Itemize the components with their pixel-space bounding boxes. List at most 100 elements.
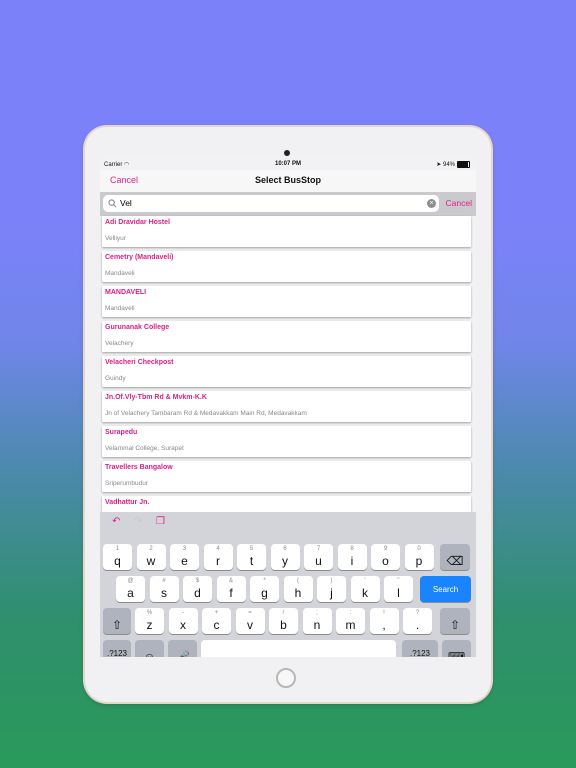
key-,[interactable]: !, <box>369 608 399 634</box>
list-item[interactable]: Cemetry (Mandaveli) Mandaveli <box>102 251 471 282</box>
key-m[interactable]: :m <box>336 608 365 634</box>
key-label: u <box>315 554 322 568</box>
emoji-key[interactable]: ☺ <box>135 640 164 657</box>
key-label: w <box>146 554 156 568</box>
search-box[interactable]: × <box>103 195 439 212</box>
key-alt-label: 4 <box>216 546 220 552</box>
camera <box>284 150 290 156</box>
dismiss-keyboard-key[interactable]: ⌨ <box>442 640 471 657</box>
search-bar: × Cancel <box>100 192 476 216</box>
key-label: q <box>114 554 121 568</box>
key-label: .?123 <box>409 649 431 657</box>
key-label: g <box>261 586 268 600</box>
key-k[interactable]: ' k <box>350 576 380 602</box>
nav-bar: Cancel Select BusStop <box>100 170 476 192</box>
stop-name: Velacheri Checkpost <box>105 359 174 366</box>
key-alt-label: 8 <box>350 546 354 552</box>
key-alt-label: 2 <box>149 546 153 552</box>
key-label: . <box>415 618 420 632</box>
stop-name: MANDAVELI <box>105 289 147 296</box>
key-b[interactable]: / b <box>269 608 298 634</box>
key-f[interactable]: & f <box>216 576 246 602</box>
key-label: .?123 <box>106 649 128 657</box>
key-e[interactable]: 3e <box>170 544 199 570</box>
list-item[interactable]: Gurunanak College Velachery <box>102 321 471 352</box>
stop-area: Velammal College, Surapet <box>105 445 184 452</box>
key-alt-label: 0 <box>417 546 421 552</box>
key-w[interactable]: 2w <box>136 544 166 570</box>
key-alt-label: : <box>349 610 352 616</box>
key-d[interactable]: $ d <box>183 576 212 602</box>
space-key[interactable] <box>201 640 396 657</box>
list-item[interactable]: Travellers Bangalow Sriperumbudur <box>102 461 471 492</box>
search-input[interactable] <box>120 196 420 210</box>
numbers-key-left[interactable]: .?123 <box>103 640 131 657</box>
list-item[interactable]: Adi Dravidar Hostel Velliyur <box>102 216 471 247</box>
key-label: s <box>161 586 167 600</box>
key-y[interactable]: 6y <box>270 544 300 570</box>
list-item[interactable]: Surapedu Velammal College, Surapet <box>102 426 471 457</box>
key-label: 🎤 <box>175 650 190 657</box>
search-key[interactable]: Search <box>420 576 471 602</box>
ipad-frame: Carrier ◠ 10:07 PM ➤ 94% Cancel Select B… <box>85 127 491 702</box>
key-r[interactable]: 4r <box>203 544 233 570</box>
backspace-key[interactable]: ⌫ <box>440 544 470 570</box>
screen: Carrier ◠ 10:07 PM ➤ 94% Cancel Select B… <box>100 157 476 657</box>
key-label: c <box>213 618 220 632</box>
stop-area: Jn of Velachery Tambaram Rd & Medavakkam… <box>105 410 307 417</box>
shift-key-left[interactable]: ⇧ <box>103 608 131 634</box>
key-h[interactable]: (h <box>283 576 313 602</box>
key-label: l <box>397 586 400 600</box>
search-cancel-button[interactable]: Cancel <box>446 198 472 208</box>
key-label: y <box>282 554 288 568</box>
key-n[interactable]: ; n <box>302 608 332 634</box>
key-q[interactable]: 1q <box>103 544 132 570</box>
key-u[interactable]: 7u <box>304 544 333 570</box>
list-item[interactable]: Velacheri Checkpost Guindy <box>102 356 471 387</box>
location-icon: ➤ <box>436 162 442 169</box>
keyboard-toolbar: ↶ ↷ ❐ <box>100 512 476 534</box>
microphone-key[interactable]: 🎤 <box>168 640 197 657</box>
key-o[interactable]: 9o <box>371 544 400 570</box>
key-alt-label: / <box>282 610 285 616</box>
key-l[interactable]: " l <box>384 576 413 602</box>
key-label: ⌨ <box>447 650 466 657</box>
key-c[interactable]: + c <box>202 608 231 634</box>
numbers-key-right[interactable]: .?123 <box>402 640 438 657</box>
key-j[interactable]: ) j <box>317 576 346 602</box>
key-v[interactable]: = v <box>235 608 265 634</box>
key-label: t <box>249 554 254 568</box>
key-i[interactable]: 8i <box>337 544 367 570</box>
paste-icon[interactable]: ❐ <box>156 516 165 527</box>
key-p[interactable]: 0p <box>404 544 434 570</box>
home-button[interactable] <box>276 668 296 688</box>
key-z[interactable]: % z <box>135 608 164 634</box>
key-a[interactable]: @ a <box>116 576 145 602</box>
undo-icon[interactable]: ↶ <box>112 516 120 527</box>
key-alt-label: 7 <box>316 546 321 552</box>
key-alt-label: $ <box>195 578 200 584</box>
key-label: a <box>127 586 134 600</box>
key-alt-label: 3 <box>182 546 187 552</box>
key-alt-label: ) <box>330 578 333 584</box>
key-label: e <box>181 554 188 568</box>
key-.[interactable]: ?. <box>403 608 432 634</box>
key-s[interactable]: # s <box>149 576 179 602</box>
key-alt-label: ( <box>297 578 299 584</box>
key-g[interactable]: * g <box>250 576 279 602</box>
shift-key-right[interactable]: ⇧ <box>440 608 470 634</box>
key-alt-label: ? <box>415 610 420 616</box>
clear-icon[interactable]: × <box>427 199 436 208</box>
key-alt-label: " <box>397 578 400 584</box>
redo-icon[interactable]: ↷ <box>134 516 142 527</box>
page-title: Select BusStop <box>254 175 321 185</box>
key-t[interactable]: 5t <box>237 544 266 570</box>
key-alt-label: @ <box>127 578 134 584</box>
key-alt-label: % <box>146 610 153 616</box>
list-item[interactable]: Jn.Of.Vly-Tbm Rd & Mvkm-K.K Jn of Velache… <box>102 391 471 422</box>
list-item[interactable]: MANDAVELI Mandaveli <box>102 286 471 317</box>
key-alt-label: + <box>214 610 219 616</box>
key-x[interactable]: -x <box>168 608 198 634</box>
key-label: , <box>382 618 386 632</box>
key-label: k <box>362 586 368 600</box>
